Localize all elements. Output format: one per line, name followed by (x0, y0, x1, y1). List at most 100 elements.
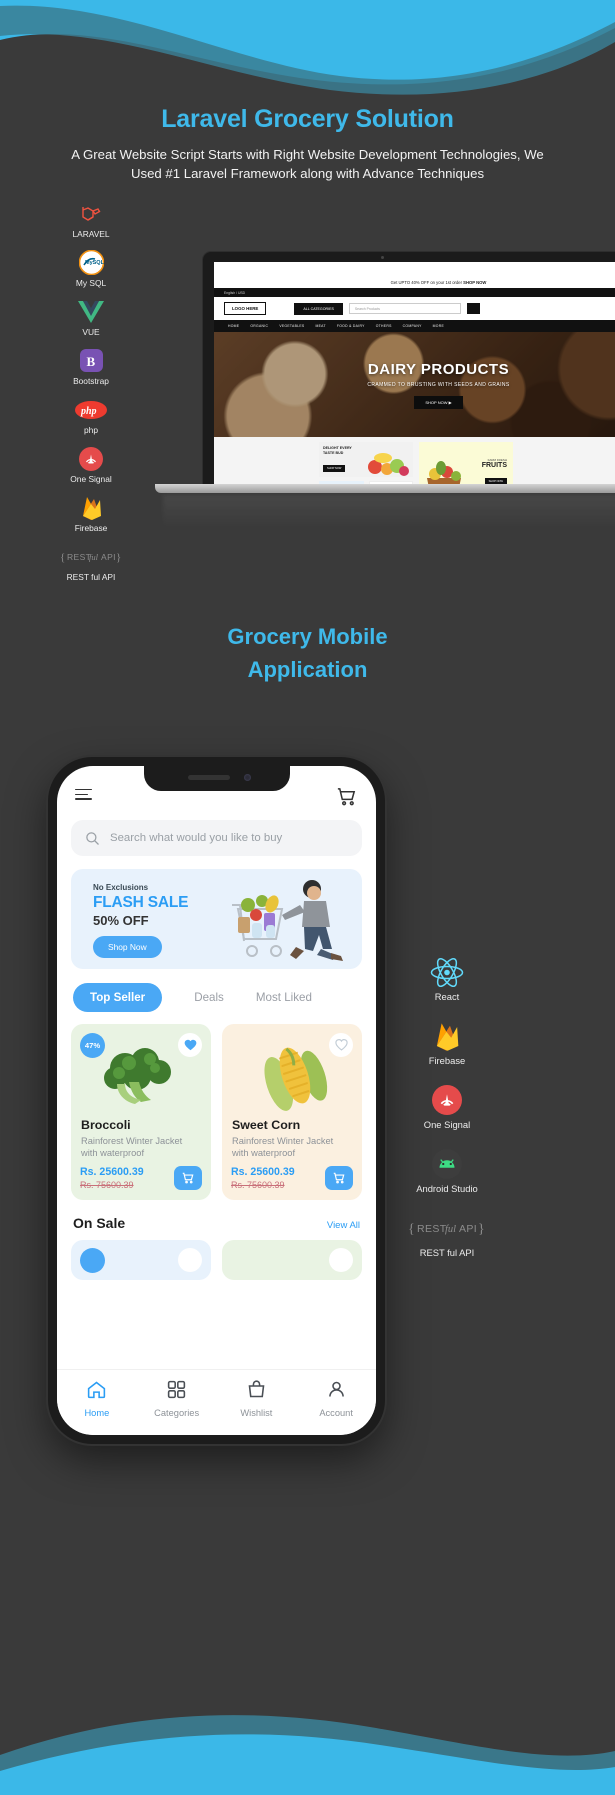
website-utility-strip: English / USD My Account (214, 288, 615, 297)
tech-label: React (434, 991, 460, 1002)
tech-label: REST ful API (419, 1247, 475, 1258)
product-name: Sweet Corn (232, 1118, 301, 1132)
cart-icon[interactable] (335, 785, 358, 808)
website-nav: HOME ORGANIC VEGETABLES MEAT FOOD & DAIR… (214, 320, 615, 332)
svg-text:MySQL: MySQL (85, 260, 104, 266)
nav-item-home[interactable]: Home (61, 1379, 133, 1418)
promo-card-fruits[interactable]: FARM FRESH FRUITS SHOP NOW (419, 442, 513, 484)
restful-api-icon: {REST ful API} (48, 543, 134, 570)
nav-item-account[interactable]: Account (300, 1379, 372, 1418)
laptop-screen-bezel: Get UPTO 40% OFF on your 1st order SHOP … (203, 252, 615, 484)
nav-label: Account (319, 1408, 353, 1418)
website-search-input[interactable]: Search Products (348, 303, 461, 314)
vue-icon (48, 298, 134, 325)
svg-text:B: B (86, 354, 95, 369)
tech-label: Firebase (74, 523, 108, 533)
hero-shop-now-button[interactable]: SHOP NOW ▶ (414, 395, 463, 409)
tech-label: My SQL (75, 278, 107, 288)
tech-item-restful-api: {REST ful API} REST ful API (404, 1211, 490, 1259)
restful-api-icon: {REST ful API} (404, 1211, 490, 1245)
nav-item[interactable]: FOOD & DAIRY (337, 324, 365, 328)
on-sale-card-list (57, 1231, 376, 1280)
broccoli-image (104, 1048, 171, 1104)
nav-item[interactable]: MORE (433, 324, 444, 328)
product-image: 47% (71, 1024, 211, 1116)
tab-most-liked[interactable]: Most Liked (256, 991, 312, 1004)
grid-icon (167, 1380, 186, 1399)
nav-label: Wishlist (240, 1408, 273, 1418)
add-to-cart-button[interactable] (325, 1166, 353, 1190)
tech-label: Bootstrap (73, 376, 109, 386)
hero-subtitle: CRAMMED TO BRUSTING WITH SEEDS AND GRAIN… (367, 381, 510, 388)
banner-shop-now-button[interactable]: Shop Now (93, 936, 162, 958)
tech-item-onesignal: One Signal (48, 445, 134, 485)
nav-item-wishlist[interactable]: Wishlist (220, 1379, 292, 1418)
on-sale-title: On Sale (73, 1215, 126, 1231)
phone-speaker-icon (187, 775, 230, 780)
product-card[interactable]: 47% Broccoli Rainforest Winter Jacket wi… (71, 1024, 211, 1200)
promo-link[interactable]: SHOP NOW (463, 280, 486, 285)
promo-card-eyebrow: FARM FRESH (487, 458, 507, 462)
search-input[interactable]: Search what would you like to buy (71, 820, 362, 856)
tech-item-firebase: Firebase (48, 494, 134, 534)
add-to-cart-button[interactable] (174, 1166, 202, 1190)
hero-title: DAIRY PRODUCTS (367, 360, 510, 378)
all-categories-dropdown[interactable]: ALL CATEGORIES (294, 302, 343, 315)
bootstrap-icon: B (48, 347, 134, 374)
website-hero-banner: DAIRY PRODUCTS CRAMMED TO BRUSTING WITH … (214, 332, 615, 437)
tech-item-bootstrap: B Bootstrap (48, 347, 134, 387)
svg-text:{: { (408, 1222, 415, 1237)
website-promo-bar: Get UPTO 40% OFF on your 1st order SHOP … (214, 276, 615, 288)
svg-text:ful: ful (89, 552, 99, 562)
svg-text:php: php (80, 406, 97, 417)
nav-item-categories[interactable]: Categories (141, 1379, 213, 1418)
svg-text:}: } (478, 1222, 485, 1237)
nav-item[interactable]: HOME (228, 324, 239, 328)
product-card-list: 47% Broccoli Rainforest Winter Jacket wi… (57, 1012, 376, 1200)
tech-item-react: React (404, 955, 490, 1003)
flash-sale-banner[interactable]: No Exclusions FLASH SALE 50% OFF Shop No… (71, 869, 362, 969)
website-search-button[interactable] (466, 303, 480, 314)
onesignal-icon (48, 445, 134, 472)
nav-item[interactable]: OTHERS (376, 324, 392, 328)
nav-item[interactable]: ORGANIC (250, 324, 268, 328)
bag-icon (248, 1380, 265, 1398)
nav-item[interactable]: MEAT (316, 324, 326, 328)
website-logo[interactable]: LOGO HERE (224, 302, 267, 315)
svg-text:API: API (101, 552, 116, 562)
nav-item[interactable]: COMPANY (403, 324, 422, 328)
tab-deals[interactable]: Deals (194, 991, 224, 1004)
wishlist-heart-icon[interactable] (178, 1248, 202, 1272)
on-sale-card[interactable] (222, 1240, 362, 1280)
website-top-spacer (214, 262, 615, 276)
on-sale-card[interactable] (71, 1240, 211, 1280)
website-header: LOGO HERE ALL CATEGORIES Search Products… (214, 297, 615, 320)
tech-label: Firebase (428, 1055, 466, 1066)
laptop-base (155, 484, 615, 493)
svg-text:ful: ful (445, 1224, 456, 1235)
product-image (222, 1024, 362, 1116)
product-description: Rainforest Winter Jacket with waterproof (81, 1136, 183, 1158)
wishlist-heart-icon[interactable] (329, 1248, 353, 1272)
bottom-navigation: Home Categories Wishlist Account (57, 1369, 376, 1435)
nav-item[interactable]: VEGETABLES (279, 324, 304, 328)
firebase-icon (404, 1019, 490, 1053)
promo-card-taste[interactable]: DELIGHT EVERY TASTE BUD SHOP NOW (319, 442, 413, 477)
tech-item-restful-api: {REST ful API} REST ful API (48, 543, 134, 583)
tech-item-onesignal: One Signal (404, 1083, 490, 1131)
language-currency-selector[interactable]: English / USD (224, 291, 245, 295)
laptop-mockup: Get UPTO 40% OFF on your 1st order SHOP … (155, 252, 615, 529)
laptop-camera-icon (381, 256, 384, 259)
person-icon (328, 1381, 344, 1397)
promo-card-button[interactable]: SHOP NOW (323, 465, 346, 472)
product-card[interactable]: Sweet Corn Rainforest Winter Jacket with… (222, 1024, 362, 1200)
promo-text: Get UPTO 40% OFF on your 1st order (390, 279, 462, 285)
phone-camera-icon (243, 774, 251, 781)
view-all-link[interactable]: View All (327, 1220, 360, 1231)
tech-label: php (84, 425, 98, 435)
tab-top-seller[interactable]: Top Seller (73, 983, 163, 1012)
hamburger-menu-icon[interactable] (75, 788, 92, 804)
vegetables-image (368, 453, 409, 476)
product-old-price: Rs. 75600.39 (231, 1180, 285, 1190)
website-preview: Get UPTO 40% OFF on your 1st order SHOP … (214, 262, 615, 484)
